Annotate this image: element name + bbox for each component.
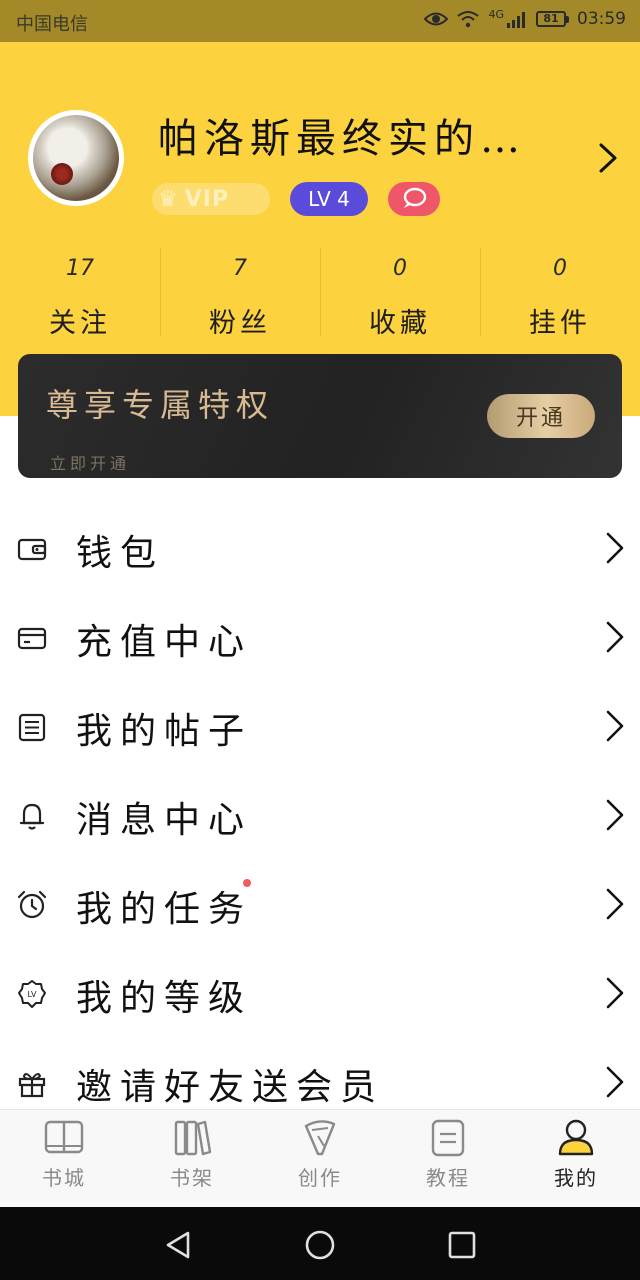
avatar[interactable]: [28, 110, 124, 206]
menu-item-label: 钱包: [76, 533, 165, 574]
menu-item-label: 邀请好友送会员: [76, 1067, 385, 1108]
menu-item-messages[interactable]: 消息中心: [0, 772, 640, 861]
back-icon[interactable]: [162, 1229, 194, 1261]
chevron-right-icon: [606, 710, 624, 742]
vip-label: VIP: [184, 186, 230, 212]
tab-create[interactable]: 创作: [256, 1110, 384, 1207]
menu-item-label: 消息中心: [76, 800, 253, 841]
wallet-icon: [17, 538, 47, 561]
avatar-image: [33, 115, 119, 201]
stat-pendants[interactable]: 0 挂件: [480, 242, 640, 339]
vip-badge[interactable]: ♛ VIP: [152, 183, 270, 215]
stat-count: 7: [233, 256, 247, 281]
chat-bubble-icon: [403, 187, 427, 208]
stats-row: 17 关注 7 粉丝 0 收藏 0 挂件: [0, 242, 640, 339]
eye-icon: [424, 12, 449, 26]
menu-item-my-level[interactable]: LV 我的等级: [0, 950, 640, 1039]
stat-following[interactable]: 17 关注: [0, 242, 160, 339]
crown-icon: ♛: [158, 186, 179, 212]
stat-followers[interactable]: 7 粉丝: [160, 242, 320, 339]
chat-badge[interactable]: [388, 182, 440, 216]
tab-bookshelf[interactable]: 书架: [128, 1110, 256, 1207]
chevron-right-icon: [606, 888, 624, 920]
notification-dot: [243, 879, 251, 887]
document-icon: [18, 713, 46, 742]
alarm-clock-icon: [17, 890, 47, 919]
tab-label: 教程: [426, 1166, 470, 1190]
stat-favorites[interactable]: 0 收藏: [320, 242, 480, 339]
gift-icon: [18, 1073, 46, 1098]
recents-icon[interactable]: [446, 1229, 478, 1261]
battery-icon: 81: [536, 11, 569, 27]
level-badge-icon: LV: [18, 980, 46, 1008]
svg-text:LV: LV: [27, 990, 37, 999]
menu-item-my-tasks[interactable]: 我的任务: [0, 861, 640, 950]
stat-count: 0: [553, 256, 567, 281]
card-icon: [17, 627, 47, 650]
network-type: 4G: [488, 7, 504, 21]
signal-icon: [507, 12, 525, 28]
menu-item-recharge[interactable]: 充值中心: [0, 594, 640, 683]
stat-count: 17: [66, 256, 94, 281]
tutorial-icon: [431, 1119, 465, 1157]
chevron-right-icon: [606, 1066, 624, 1098]
menu-list: 钱包 充值中心 我的帖子 消息中心 我的任务 LV 我的等级 邀请好友送会员: [0, 505, 640, 1128]
status-bar: 中国电信 4G 81 03:59: [0, 0, 640, 42]
wifi-icon: [457, 11, 480, 28]
menu-item-label: 我的帖子: [76, 711, 253, 752]
tab-label: 我的: [554, 1166, 598, 1190]
tab-label: 创作: [298, 1166, 342, 1190]
stat-label: 收藏: [369, 308, 431, 339]
bookshelf-icon: [174, 1120, 212, 1156]
vip-open-button[interactable]: 开通: [487, 394, 595, 438]
nickname[interactable]: 帕洛斯最终实的…: [158, 106, 526, 164]
menu-item-my-posts[interactable]: 我的帖子: [0, 683, 640, 772]
stat-label: 粉丝: [209, 308, 271, 339]
chevron-right-icon: [606, 532, 624, 564]
carrier-name: 中国电信: [16, 14, 88, 35]
quill-icon: [304, 1120, 336, 1156]
clock: 03:59: [577, 9, 626, 29]
chevron-right-icon: [606, 621, 624, 653]
vip-banner-subtitle: 立即开通: [50, 454, 131, 473]
chevron-right-icon: [606, 799, 624, 831]
home-icon[interactable]: [304, 1229, 336, 1261]
chevron-right-icon: [606, 977, 624, 1009]
tab-bookstore[interactable]: 书城: [0, 1110, 128, 1207]
user-icon: [558, 1119, 594, 1156]
menu-item-label: 我的任务: [76, 889, 253, 930]
battery-level: 81: [536, 11, 566, 27]
tab-label: 书架: [170, 1166, 214, 1190]
bell-icon: [19, 803, 45, 830]
stat-count: 0: [393, 256, 407, 281]
system-icons: 4G 81 03:59: [424, 7, 626, 29]
level-badge[interactable]: LV 4: [290, 182, 368, 216]
menu-item-label: 充值中心: [76, 622, 253, 663]
vip-banner[interactable]: 尊享专属特权 立即开通 开通: [18, 354, 622, 478]
menu-item-wallet[interactable]: 钱包: [0, 505, 640, 594]
bottom-tab-bar: 书城 书架 创作 教程 我的: [0, 1109, 640, 1207]
stat-label: 挂件: [529, 308, 591, 339]
tab-tutorial[interactable]: 教程: [384, 1110, 512, 1207]
book-open-icon: [44, 1120, 84, 1154]
stat-label: 关注: [49, 308, 111, 339]
vip-banner-title: 尊享专属特权: [46, 386, 275, 424]
menu-item-label: 我的等级: [76, 978, 253, 1019]
tab-label: 书城: [42, 1166, 86, 1190]
tab-mine[interactable]: 我的: [512, 1110, 640, 1207]
badge-row: ♛ VIP LV 4: [152, 178, 440, 220]
profile-chevron-right-icon[interactable]: [596, 142, 620, 174]
system-navigation-bar: [0, 1207, 640, 1280]
